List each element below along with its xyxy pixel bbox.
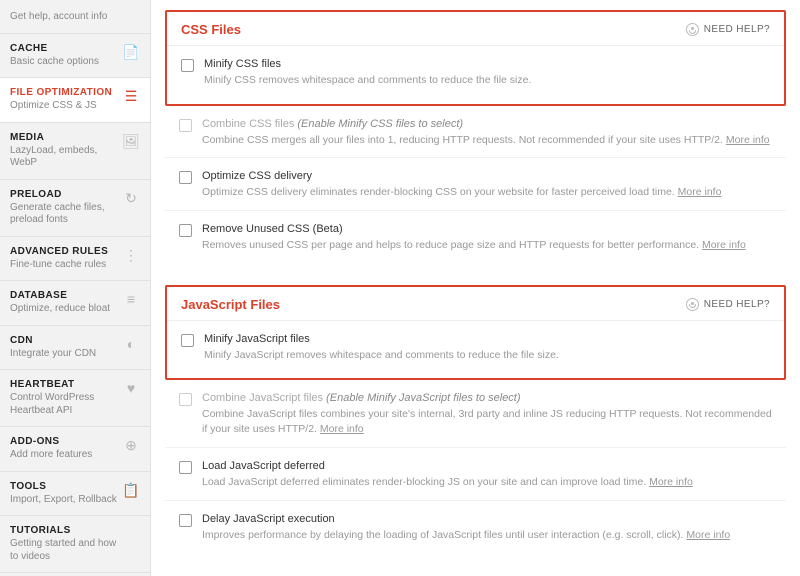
sidebar-item-cdn[interactable]: CDN Integrate your CDN ◐ bbox=[0, 326, 150, 371]
sidebar-title: MEDIA bbox=[10, 132, 118, 143]
more-info-link[interactable]: More info bbox=[726, 134, 770, 146]
sidebar-item-preload[interactable]: PRELOAD Generate cache files, preload fon… bbox=[0, 180, 150, 237]
sidebar-title: HEARTBEAT bbox=[10, 379, 118, 390]
sidebar-item-top[interactable]: Get help, account info bbox=[0, 0, 150, 34]
sidebar-title: CDN bbox=[10, 335, 118, 346]
sidebar-sub: Control WordPress Heartbeat API bbox=[10, 392, 118, 417]
sidebar-sub: LazyLoad, embeds, WebP bbox=[10, 145, 118, 170]
sidebar-item-heartbeat[interactable]: HEARTBEAT Control WordPress Heartbeat API… bbox=[0, 370, 150, 427]
sidebar-title: CACHE bbox=[10, 43, 118, 54]
checkbox[interactable] bbox=[181, 59, 194, 72]
option-desc: Removes unused CSS per page and helps to… bbox=[202, 238, 772, 253]
css-section: CSS Files NEED HELP? Minify CSS filesMin… bbox=[165, 10, 786, 106]
help-icon bbox=[686, 23, 699, 36]
option-title: Combine JavaScript files (Enable Minify … bbox=[202, 392, 772, 404]
sidebar-title: DATABASE bbox=[10, 290, 118, 301]
sidebar-item-tools[interactable]: TOOLS Import, Export, Rollback 📋 bbox=[0, 472, 150, 517]
sidebar-sub: Basic cache options bbox=[10, 56, 118, 69]
sidebar-icon: ♥ bbox=[122, 380, 140, 396]
more-info-link[interactable]: More info bbox=[702, 239, 746, 251]
option-row: Combine JavaScript files (Enable Minify … bbox=[165, 380, 786, 440]
checkbox[interactable] bbox=[179, 514, 192, 527]
sidebar-icon: ⊕ bbox=[122, 437, 140, 454]
checkbox[interactable] bbox=[179, 461, 192, 474]
css-title: CSS Files bbox=[181, 22, 241, 37]
option-title: Remove Unused CSS (Beta) bbox=[202, 223, 772, 235]
option-desc: Combine CSS merges all your files into 1… bbox=[202, 133, 772, 148]
option-row: Combine CSS files (Enable Minify CSS fil… bbox=[165, 106, 786, 152]
sidebar-sub: Fine-tune cache rules bbox=[10, 259, 118, 272]
sidebar-sub: Optimize CSS & JS bbox=[10, 100, 118, 113]
js-section: JavaScript Files NEED HELP? Minify JavaS… bbox=[165, 285, 786, 381]
option-row: Minify CSS files Minify CSS removes white… bbox=[167, 46, 784, 92]
more-info-link[interactable]: More info bbox=[320, 423, 364, 435]
sidebar-sub: Getting started and how to videos bbox=[10, 538, 118, 563]
sidebar-title: PRELOAD bbox=[10, 189, 118, 200]
sidebar-sub: Integrate your CDN bbox=[10, 348, 118, 361]
sidebar-item-file-optimization[interactable]: FILE OPTIMIZATION Optimize CSS & JS ☰ bbox=[0, 78, 150, 123]
checkbox[interactable] bbox=[181, 334, 194, 347]
checkbox bbox=[179, 393, 192, 406]
option-title: Load JavaScript deferred bbox=[202, 460, 772, 472]
sidebar-icon: ⋮ bbox=[122, 247, 140, 264]
option-row: Load JavaScript deferred Load JavaScript … bbox=[165, 447, 786, 494]
sidebar-title: TOOLS bbox=[10, 481, 118, 492]
sidebar-sub: Generate cache files, preload fonts bbox=[10, 202, 118, 227]
option-title: Combine CSS files (Enable Minify CSS fil… bbox=[202, 118, 772, 130]
sidebar-icon: ↻ bbox=[122, 190, 140, 207]
option-title: Delay JavaScript execution bbox=[202, 513, 772, 525]
sidebar-item-tutorials[interactable]: TUTORIALS Getting started and how to vide… bbox=[0, 516, 150, 573]
need-help-button[interactable]: NEED HELP? bbox=[686, 298, 770, 311]
sidebar-item-database[interactable]: DATABASE Optimize, reduce bloat ≡ bbox=[0, 281, 150, 326]
option-row: Delay JavaScript execution Improves perfo… bbox=[165, 500, 786, 547]
more-info-link[interactable]: More info bbox=[649, 476, 693, 488]
sidebar-icon: 🖼 bbox=[122, 133, 140, 150]
sidebar-title: FILE OPTIMIZATION bbox=[10, 87, 118, 98]
option-desc: Minify CSS removes whitespace and commen… bbox=[204, 73, 770, 88]
sidebar-title: TUTORIALS bbox=[10, 525, 118, 536]
option-title: Optimize CSS delivery bbox=[202, 170, 772, 182]
option-desc: Minify JavaScript removes whitespace and… bbox=[204, 348, 770, 363]
checkbox bbox=[179, 119, 192, 132]
option-title: Minify CSS files bbox=[204, 58, 770, 70]
need-help-button[interactable]: NEED HELP? bbox=[686, 23, 770, 36]
sidebar-sub: Optimize, reduce bloat bbox=[10, 303, 118, 316]
sidebar-title: ADVANCED RULES bbox=[10, 246, 118, 257]
sidebar-item-add-ons[interactable]: ADD-ONS Add more features ⊕ bbox=[0, 427, 150, 472]
more-info-link[interactable]: More info bbox=[678, 186, 722, 198]
sidebar-icon: ☰ bbox=[122, 88, 140, 105]
sidebar-icon: 📄 bbox=[122, 44, 140, 61]
option-desc: Combine JavaScript files combines your s… bbox=[202, 407, 772, 436]
sidebar-item-cache[interactable]: CACHE Basic cache options 📄 bbox=[0, 34, 150, 79]
more-info-link[interactable]: More info bbox=[686, 529, 730, 541]
option-desc: Optimize CSS delivery eliminates render-… bbox=[202, 185, 772, 200]
sidebar-item-advanced-rules[interactable]: ADVANCED RULES Fine-tune cache rules ⋮ bbox=[0, 237, 150, 282]
main-content: CSS Files NEED HELP? Minify CSS filesMin… bbox=[151, 0, 800, 576]
option-desc: Load JavaScript deferred eliminates rend… bbox=[202, 475, 772, 490]
sidebar-item-media[interactable]: MEDIA LazyLoad, embeds, WebP🖼 bbox=[0, 123, 150, 180]
checkbox[interactable] bbox=[179, 224, 192, 237]
js-title: JavaScript Files bbox=[181, 297, 280, 312]
sidebar: Get help, account info CACHE Basic cache o… bbox=[0, 0, 151, 576]
sidebar-icon: 📋 bbox=[122, 482, 140, 499]
option-desc: Improves performance by delaying the loa… bbox=[202, 528, 772, 543]
sidebar-icon: ◐ bbox=[122, 336, 140, 352]
option-row: Optimize CSS delivery Optimize CSS delive… bbox=[165, 157, 786, 204]
option-row: Remove Unused CSS (Beta) Removes unused C… bbox=[165, 210, 786, 257]
sidebar-title: ADD-ONS bbox=[10, 436, 118, 447]
option-row: Minify JavaScript files Minify JavaScript… bbox=[167, 321, 784, 367]
sidebar-icon: ≡ bbox=[122, 291, 140, 307]
sidebar-sub: Get help, account info bbox=[10, 11, 118, 24]
option-title: Minify JavaScript files bbox=[204, 333, 770, 345]
sidebar-sub: Import, Export, Rollback bbox=[10, 494, 118, 507]
help-icon bbox=[686, 298, 699, 311]
checkbox[interactable] bbox=[179, 171, 192, 184]
sidebar-sub: Add more features bbox=[10, 449, 118, 462]
